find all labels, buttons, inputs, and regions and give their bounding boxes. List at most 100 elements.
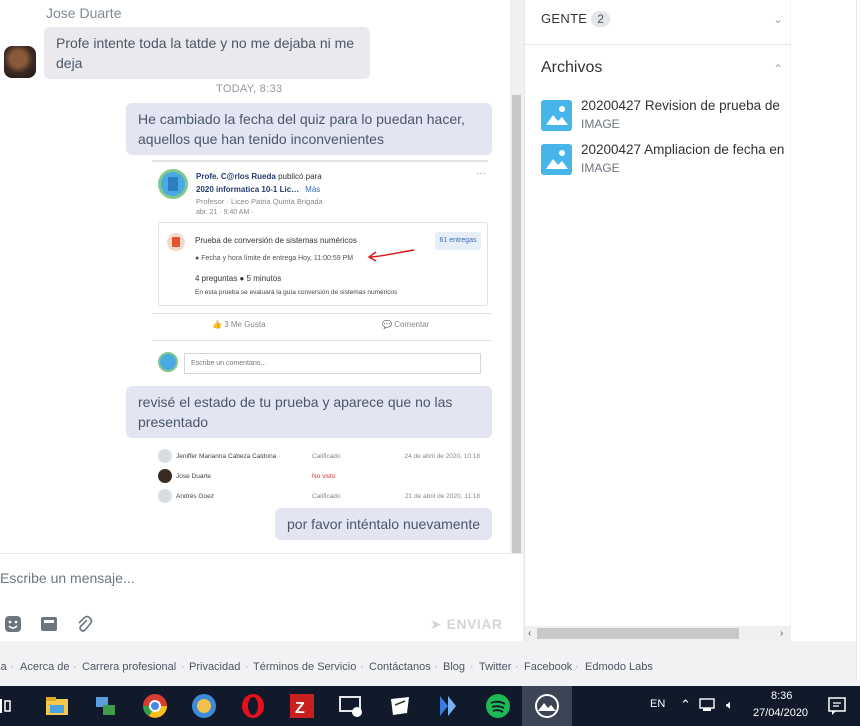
footer-link-twitter[interactable]: Twitter: [479, 661, 511, 673]
commenter-avatar: [158, 352, 178, 372]
file-name: 20200427 Revision de prueba de: [581, 98, 780, 113]
chevron-up-icon[interactable]: ⌃: [680, 697, 691, 713]
screen-app-icon[interactable]: [336, 691, 366, 721]
file-explorer-icon[interactable]: [42, 691, 72, 721]
outgoing-message: revisé el estado de tu prueba y aparece …: [126, 386, 492, 438]
image-file-icon: [541, 144, 572, 175]
sender-name: Jose Duarte: [46, 5, 122, 21]
chevron-down-icon[interactable]: ⌄: [773, 12, 783, 26]
red-annotation-arrow-icon: [367, 249, 415, 262]
quiz-icon: [167, 233, 185, 251]
post-menu-icon: ···: [476, 168, 486, 179]
notes-app-icon[interactable]: [385, 691, 415, 721]
network-icon[interactable]: [697, 694, 719, 716]
attach-icon[interactable]: [75, 615, 93, 633]
emoji-icon[interactable]: [4, 615, 22, 633]
notifications-icon[interactable]: [826, 695, 848, 717]
site-footer: ia · Acerca de · Carrera profesional · P…: [0, 659, 860, 679]
post-group: 2020 informatica 10-1 Lic…: [196, 185, 300, 194]
horizontal-scrollbar[interactable]: ‹ ›: [525, 626, 791, 641]
app-icon-blue[interactable]: [434, 691, 464, 721]
post-author-avatar: [158, 169, 188, 199]
student-name: Jeniffer Marianna Cabeza Caldona: [176, 453, 277, 460]
attached-post-screenshot[interactable]: Profe. C@rlos Rueda publicó para 2020 in…: [152, 160, 492, 382]
message-input[interactable]: [0, 568, 400, 588]
file-type: IMAGE: [581, 117, 620, 131]
clock-time[interactable]: 8:36: [771, 690, 792, 702]
footer-link-about[interactable]: Acerca de: [20, 661, 70, 673]
footer-separator: ·: [360, 661, 364, 673]
footer-link-facebook[interactable]: Facebook: [524, 661, 572, 673]
file-type: IMAGE: [581, 161, 620, 175]
chat-scrollbar-thumb[interactable]: [512, 95, 521, 553]
quiz-title: Prueba de conversión de sistemas numéric…: [195, 236, 357, 245]
svg-text:Z: Z: [295, 700, 305, 717]
task-view-icon[interactable]: [0, 691, 22, 721]
comment-field: Escribe un comentario...: [184, 353, 481, 374]
footer-link-privacy[interactable]: Privacidad: [189, 661, 240, 673]
footer-link[interactable]: ia: [0, 661, 7, 673]
chat-thread: Jose Duarte Profe intente toda la tatde …: [0, 0, 523, 553]
footer-separator: ·: [245, 661, 249, 673]
footer-link-terms[interactable]: Términos de Servicio: [253, 661, 356, 673]
post-published-for: publicó para: [278, 172, 322, 181]
quiz-card: Prueba de conversión de sistemas numéric…: [158, 222, 488, 306]
opera-icon[interactable]: [238, 691, 268, 721]
sender-avatar[interactable]: [4, 46, 36, 78]
divider: [152, 160, 488, 162]
post-group-line: 2020 informatica 10-1 Lic… Más: [196, 185, 320, 194]
library-icon[interactable]: [40, 615, 58, 633]
compass-app-icon[interactable]: [189, 691, 219, 721]
network-app-icon[interactable]: [91, 691, 121, 721]
photos-app-icon[interactable]: [532, 691, 562, 721]
time-separator: TODAY, 8:33: [216, 83, 283, 95]
divider: [152, 340, 492, 341]
submission-date: 24 de abril de 2020, 10:18: [404, 453, 480, 460]
chat-scrollbar[interactable]: [510, 0, 523, 553]
footer-link-blog[interactable]: Blog: [443, 661, 465, 673]
footer-separator: ·: [181, 661, 185, 673]
post-author-line: Profe. C@rlos Rueda publicó para: [196, 172, 322, 181]
scroll-right-icon[interactable]: ›: [780, 626, 783, 641]
divider: [152, 313, 492, 314]
people-count-badge: 2: [591, 11, 611, 27]
footer-link-contact[interactable]: Contáctanos: [369, 661, 431, 673]
clock-date[interactable]: 27/04/2020: [753, 707, 808, 719]
volume-icon[interactable]: 🔈︎: [726, 697, 734, 713]
spotify-icon[interactable]: [483, 691, 513, 721]
divider: [525, 44, 791, 45]
table-row: Andrés Goez Calificado 21 de abril de 20…: [152, 486, 492, 506]
message-composer: ➤ ENVIAR: [0, 553, 523, 641]
image-file-icon: [541, 100, 572, 131]
input-language[interactable]: EN: [650, 698, 665, 710]
conversation-info-panel: GENTE 2 ⌄ Archivos ⌃ 20200427 Revision de…: [524, 0, 791, 641]
outgoing-message: He cambiado la fecha del quiz para lo pu…: [126, 103, 492, 155]
post-author: Profe. C@rlos Rueda: [196, 172, 276, 181]
quiz-deadline: ● Fecha y hora límite de entrega Hoy, 11…: [195, 255, 354, 262]
horizontal-scrollbar-thumb[interactable]: [537, 628, 739, 639]
submission-status: No visto: [312, 473, 336, 480]
files-section-header[interactable]: Archivos: [541, 59, 602, 77]
page-scrollbar[interactable]: [856, 0, 860, 680]
scroll-left-icon[interactable]: ‹: [528, 626, 531, 641]
send-button[interactable]: ➤ ENVIAR: [430, 616, 503, 633]
footer-separator: ·: [73, 661, 77, 673]
footer-link-labs[interactable]: Edmodo Labs: [585, 661, 653, 673]
quiz-submissions-badge: 61 entregas: [435, 232, 481, 250]
footer-separator: ·: [575, 661, 579, 673]
chrome-icon[interactable]: [140, 691, 170, 721]
submission-status: Calificado: [312, 453, 341, 460]
footer-link-careers[interactable]: Carrera profesional: [82, 661, 176, 673]
footer-separator: ·: [10, 661, 14, 673]
attached-grades-screenshot[interactable]: Jeniffer Marianna Cabeza Caldona Calific…: [152, 438, 492, 506]
footer-separator: ·: [515, 661, 519, 673]
people-section-header[interactable]: GENTE 2: [541, 11, 611, 27]
file-item[interactable]: 20200427 Revision de prueba de IMAGE: [541, 98, 791, 134]
windows-taskbar: Z EN ⌃ 🔈︎ 8:36 27/04/2020: [0, 686, 860, 726]
incoming-message: Profe intente toda la tatde y no me deja…: [44, 27, 370, 79]
file-item[interactable]: 20200427 Ampliacion de fecha en IMAGE: [541, 142, 791, 178]
chevron-up-icon[interactable]: ⌃: [773, 62, 783, 76]
student-name: Andrés Goez: [176, 493, 214, 500]
table-row: Jeniffer Marianna Cabeza Caldona Calific…: [152, 446, 492, 466]
filezilla-icon[interactable]: Z: [287, 691, 317, 721]
